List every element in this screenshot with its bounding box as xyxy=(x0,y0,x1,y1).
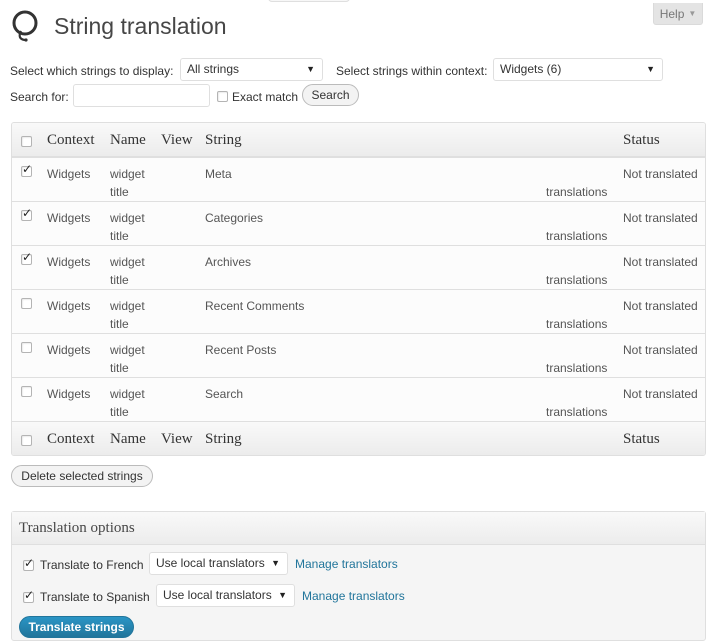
row-context: Widgets xyxy=(47,343,91,357)
row-name-2: title xyxy=(110,405,129,419)
row-name-2: title xyxy=(110,185,129,199)
row-translations-link[interactable]: translations xyxy=(546,229,607,243)
column-footer-view[interactable]: View xyxy=(161,431,193,448)
row-name-2: title xyxy=(110,317,129,331)
translate-french-checkbox[interactable] xyxy=(23,556,34,571)
row-checkbox[interactable] xyxy=(21,342,32,353)
search-input[interactable] xyxy=(73,84,210,107)
french-translator-value: Use local translators xyxy=(156,556,265,570)
row-status: Not translated xyxy=(623,343,698,357)
row-context: Widgets xyxy=(47,211,91,225)
row-checkbox[interactable] xyxy=(21,386,32,397)
row-context: Widgets xyxy=(47,299,91,313)
row-name-2: title xyxy=(110,273,129,287)
row-name: widget xyxy=(110,387,145,401)
row-string: Recent Posts xyxy=(205,343,277,357)
row-translations-link[interactable]: translations xyxy=(546,361,607,375)
row-status: Not translated xyxy=(623,255,698,269)
context-filter-select[interactable]: Widgets (6) ▼ xyxy=(493,58,663,81)
translation-options-title: Translation options xyxy=(19,520,135,536)
table-row: Widgets widget title Categories translations… xyxy=(12,201,705,245)
row-name: widget xyxy=(110,299,145,313)
row-translations-link[interactable]: translations xyxy=(546,405,607,419)
row-name: widget xyxy=(110,255,145,269)
row-status: Not translated xyxy=(623,167,698,181)
row-string: Archives xyxy=(205,255,252,269)
row-name-2: title xyxy=(110,361,129,375)
row-name: widget xyxy=(110,343,145,357)
row-context: Widgets xyxy=(47,167,91,181)
spanish-translator-value: Use local translators xyxy=(163,588,272,602)
column-footer-name[interactable]: Name xyxy=(110,431,146,448)
select-all-checkbox[interactable] xyxy=(21,435,32,446)
chevron-down-icon: ▼ xyxy=(646,64,655,74)
column-footer-status[interactable]: Status xyxy=(623,431,660,448)
spanish-translator-select[interactable]: Use local translators ▼ xyxy=(156,584,295,607)
translate-spanish-checkbox[interactable] xyxy=(23,588,34,603)
select-all-checkbox[interactable] xyxy=(21,136,32,147)
column-footer-string[interactable]: String xyxy=(205,431,242,448)
chevron-down-icon: ▼ xyxy=(688,9,697,18)
row-translations-link[interactable]: translations xyxy=(546,317,607,331)
delete-selected-button[interactable]: Delete selected strings xyxy=(11,465,153,487)
row-status: Not translated xyxy=(623,387,698,401)
translate-strings-button[interactable]: Translate strings xyxy=(19,616,134,638)
row-string: Categories xyxy=(205,211,264,225)
table-row: Widgets widget title Search translations Not … xyxy=(12,377,705,421)
manage-translators-link-french[interactable]: Manage translators xyxy=(295,557,398,571)
french-translator-select[interactable]: Use local translators ▼ xyxy=(149,552,288,575)
chevron-down-icon: ▼ xyxy=(271,558,280,568)
row-checkbox[interactable] xyxy=(21,250,32,265)
row-checkbox[interactable] xyxy=(21,162,32,177)
translation-options-header: Translation options xyxy=(12,512,705,545)
screen-options-tab xyxy=(268,0,350,2)
row-string: Search xyxy=(205,387,244,401)
strings-table: Context Name View String Status Widgets w… xyxy=(11,122,706,456)
table-row: Widgets widget title Recent Posts translatio… xyxy=(12,333,705,377)
column-header-context[interactable]: Context xyxy=(47,132,95,149)
table-row: Widgets widget title Meta translations Not tr… xyxy=(12,157,705,201)
display-filter-label: Select which strings to display: xyxy=(10,64,174,78)
row-checkbox[interactable] xyxy=(21,206,32,221)
search-label: Search for: xyxy=(10,90,69,104)
translate-french-label: Translate to French xyxy=(40,558,144,572)
page-title: String translation xyxy=(54,13,227,39)
help-label: Help xyxy=(659,6,685,21)
display-filter-value: All strings xyxy=(187,62,240,76)
row-translations-link[interactable]: translations xyxy=(546,185,607,199)
row-status: Not translated xyxy=(623,299,698,313)
chevron-down-icon: ▼ xyxy=(306,64,315,74)
row-translations-link[interactable]: translations xyxy=(546,273,607,287)
exact-match-label: Exact match xyxy=(232,90,299,104)
column-footer-context[interactable]: Context xyxy=(47,431,95,448)
row-string: Recent Comments xyxy=(205,299,305,313)
column-header-string[interactable]: String xyxy=(205,132,242,149)
row-status: Not translated xyxy=(623,211,698,225)
row-checkbox[interactable] xyxy=(21,298,32,309)
column-header-status[interactable]: Status xyxy=(623,132,660,149)
context-filter-value: Widgets (6) xyxy=(500,62,562,76)
table-footer: Context Name View String Status xyxy=(12,421,705,455)
column-header-view[interactable]: View xyxy=(161,132,193,149)
row-context: Widgets xyxy=(47,387,91,401)
column-header-name[interactable]: Name xyxy=(110,132,146,149)
row-name: widget xyxy=(110,167,145,181)
exact-match-checkbox[interactable] xyxy=(217,91,228,102)
row-name-2: title xyxy=(110,229,129,243)
display-filter-select[interactable]: All strings ▼ xyxy=(180,58,323,81)
row-context: Widgets xyxy=(47,255,91,269)
row-string: Meta xyxy=(205,167,232,181)
search-button[interactable]: Search xyxy=(302,84,359,106)
table-row: Widgets widget title Recent Comments transla… xyxy=(12,289,705,333)
wpml-logo-icon xyxy=(11,9,41,43)
context-filter-label: Select strings within context: xyxy=(336,64,488,78)
manage-translators-link-spanish[interactable]: Manage translators xyxy=(302,589,405,603)
table-row: Widgets widget title Archives translations No… xyxy=(12,245,705,289)
help-button[interactable]: Help ▼ xyxy=(653,3,703,25)
chevron-down-icon: ▼ xyxy=(278,590,287,600)
table-header: Context Name View String Status xyxy=(12,123,705,157)
translate-spanish-label: Translate to Spanish xyxy=(40,590,150,604)
row-name: widget xyxy=(110,211,145,225)
